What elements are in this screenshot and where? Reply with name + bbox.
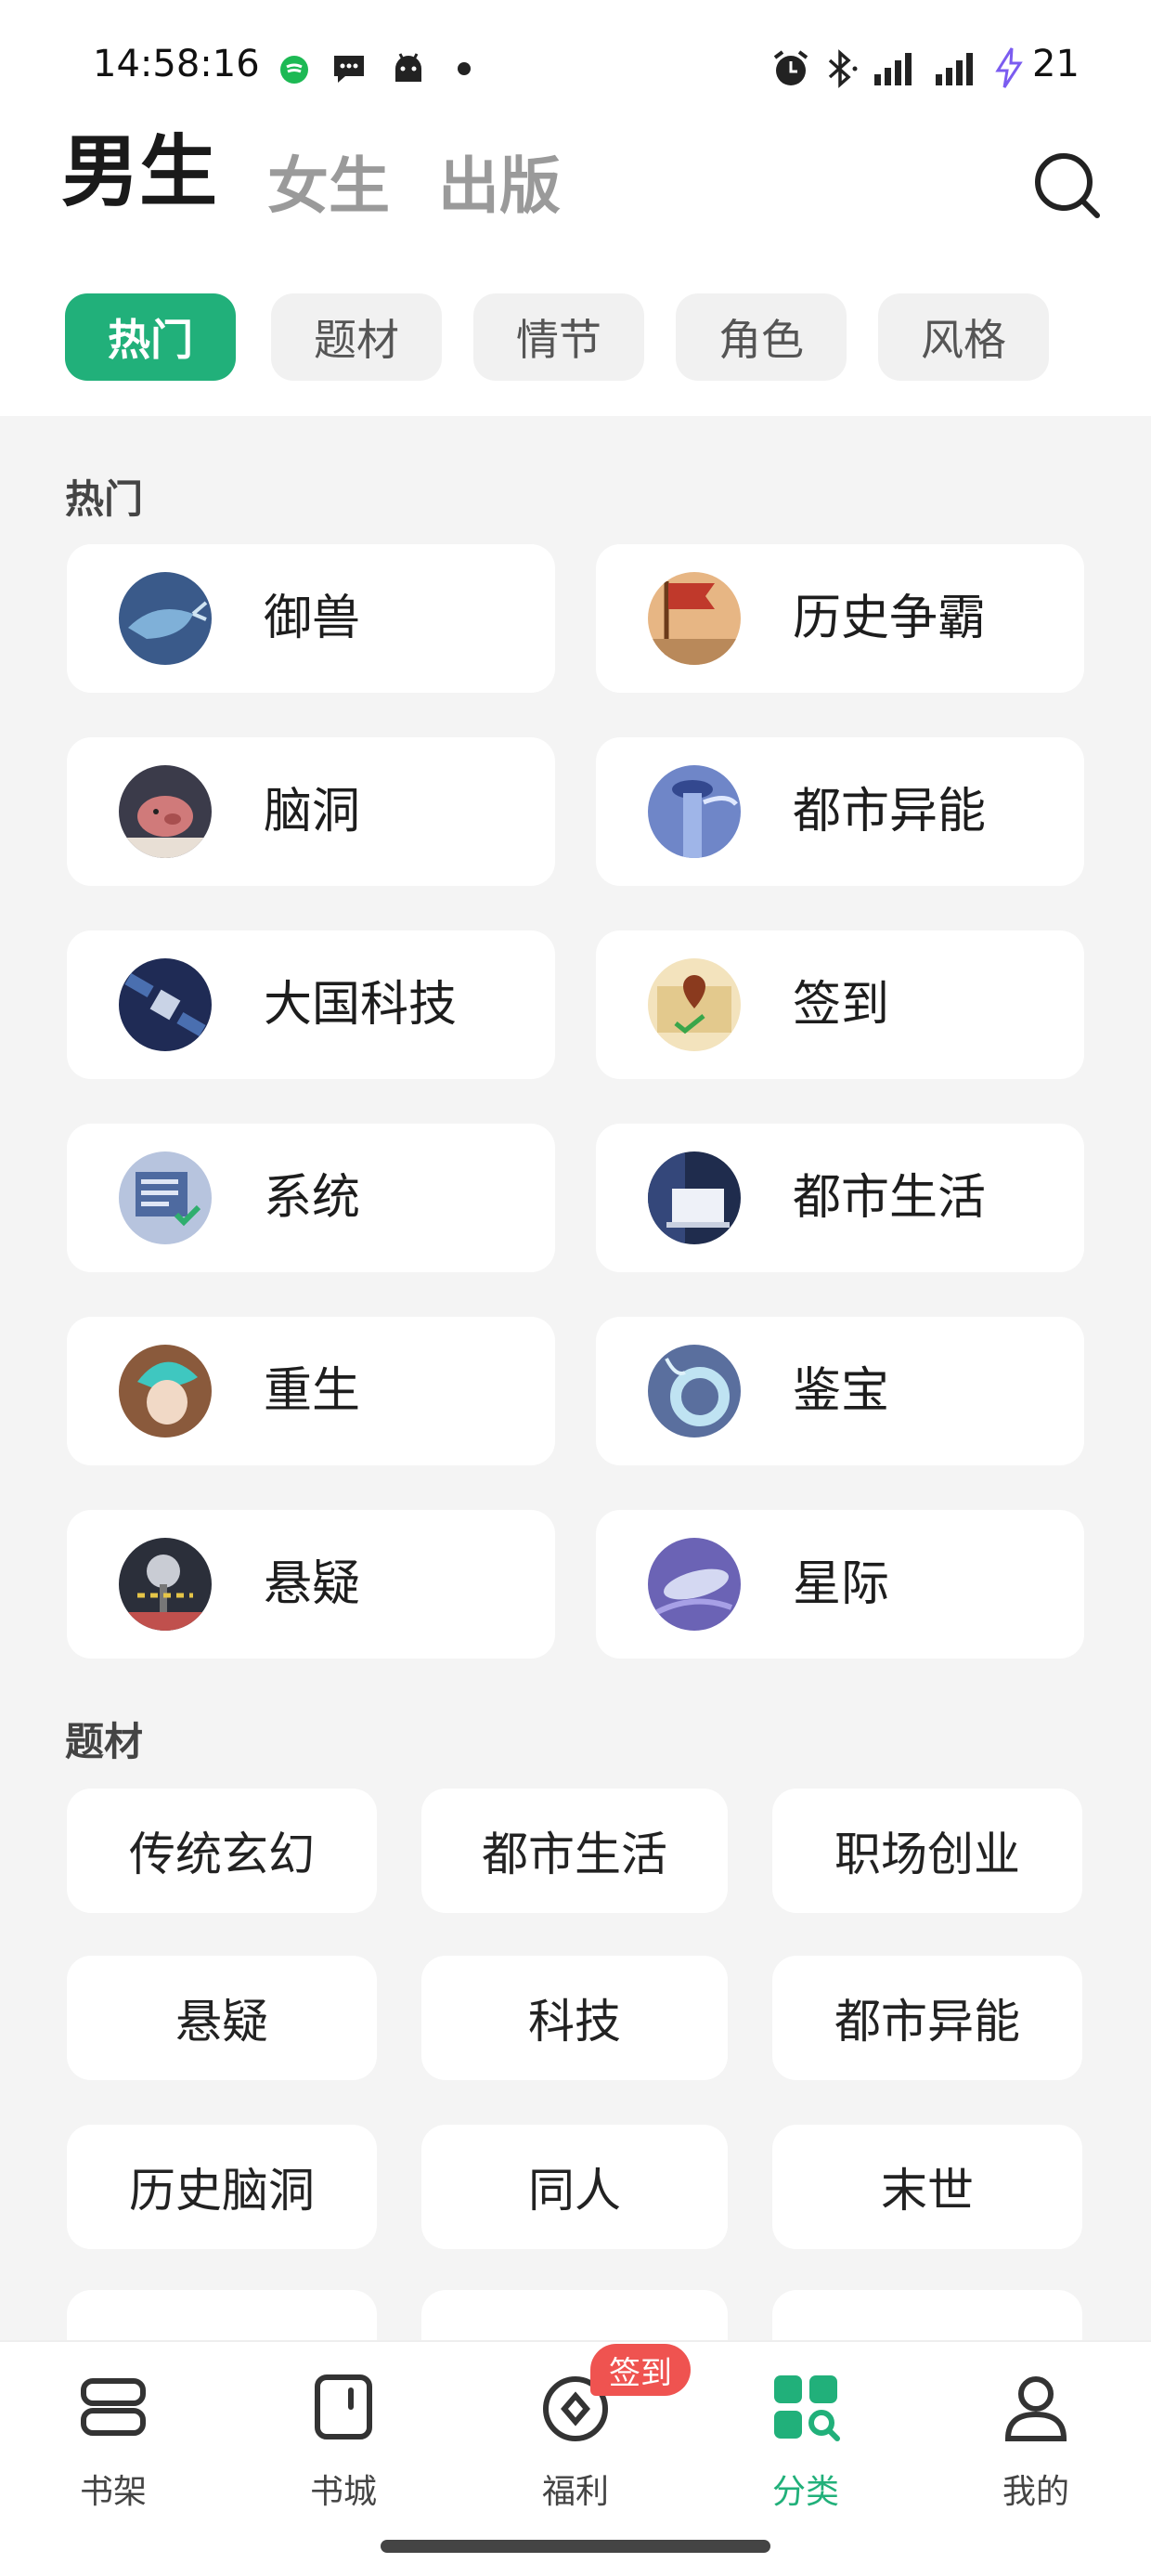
topic-pill[interactable]: 悬疑 <box>67 1956 377 2080</box>
topic-pill-partial[interactable] <box>772 2290 1082 2346</box>
alarm-icon <box>773 50 808 85</box>
topic-pill[interactable]: 职场创业 <box>772 1789 1082 1913</box>
section-title-hot: 热门 <box>65 476 144 522</box>
hot-card-label: 系统 <box>264 1170 361 1226</box>
figure-icon <box>119 1345 212 1438</box>
tower-icon <box>648 765 741 858</box>
status-time: 14:58:16 <box>93 43 260 85</box>
charging-icon <box>995 47 1023 88</box>
hot-card-label: 脑洞 <box>264 784 361 839</box>
hot-card-label: 御兽 <box>264 591 361 646</box>
signal-icon-1 <box>874 53 912 85</box>
pig-icon <box>119 765 212 858</box>
jade-ring-icon <box>648 1345 741 1438</box>
nav-bookshelf[interactable]: 书架 <box>39 2370 188 2513</box>
hot-card-label: 都市生活 <box>793 1170 987 1226</box>
hot-card-label: 鉴宝 <box>793 1363 890 1419</box>
hot-card-label: 悬疑 <box>264 1556 361 1612</box>
tab-female[interactable]: 女生 <box>267 145 390 228</box>
status-bar: 14:58:16 21 <box>0 37 1151 102</box>
hot-card-xitong[interactable]: 系统 <box>67 1124 555 1272</box>
message-icon <box>334 56 364 83</box>
topic-pill[interactable]: 历史脑洞 <box>67 2125 377 2249</box>
spaceship-icon <box>648 1538 741 1631</box>
chat-app-icon <box>280 56 308 84</box>
tab-male[interactable]: 男生 <box>61 130 217 214</box>
search-icon[interactable] <box>1032 150 1101 219</box>
hot-card-label: 大国科技 <box>264 977 458 1033</box>
screen-check-icon <box>119 1151 212 1244</box>
topic-pill[interactable]: 都市异能 <box>772 1956 1082 2080</box>
chip-topic[interactable]: 题材 <box>271 293 442 381</box>
nav-label: 福利 <box>541 2473 609 2511</box>
bookstore-icon <box>315 2374 372 2439</box>
section-title-topics: 题材 <box>65 1719 144 1764</box>
hot-card-xuanyi[interactable]: 悬疑 <box>67 1510 555 1659</box>
topic-pill[interactable]: 科技 <box>421 1956 728 2080</box>
hot-card-naodong[interactable]: 脑洞 <box>67 737 555 886</box>
home-indicator[interactable] <box>381 2540 770 2553</box>
android-icon <box>395 53 421 82</box>
signal-icon-2 <box>936 53 973 85</box>
hot-card-daguo-keji[interactable]: 大国科技 <box>67 930 555 1079</box>
hot-card-label: 都市异能 <box>793 784 987 839</box>
satellite-icon <box>119 958 212 1051</box>
hot-card-dushi-shenghuo[interactable]: 都市生活 <box>596 1124 1084 1272</box>
topic-pill[interactable]: 同人 <box>421 2125 728 2249</box>
map-pin-icon <box>648 958 741 1051</box>
bluetooth-icon <box>828 49 858 88</box>
bookshelf-icon <box>81 2378 146 2436</box>
hot-card-lishi[interactable]: 历史争霸 <box>596 544 1084 693</box>
chip-hot[interactable]: 热门 <box>65 293 236 381</box>
nav-bookstore[interactable]: 书城 <box>269 2370 418 2513</box>
hot-card-jianbao[interactable]: 鉴宝 <box>596 1317 1084 1465</box>
hot-card-dushi-yineng[interactable]: 都市异能 <box>596 737 1084 886</box>
topic-pill[interactable]: 传统玄幻 <box>67 1789 377 1913</box>
hot-card-xingji[interactable]: 星际 <box>596 1510 1084 1659</box>
war-flag-icon <box>648 572 741 665</box>
tab-publish[interactable]: 出版 <box>438 145 561 228</box>
nav-profile[interactable]: 我的 <box>962 2370 1110 2513</box>
lamp-icon <box>119 1538 212 1631</box>
nav-label: 书架 <box>79 2473 147 2511</box>
chip-plot[interactable]: 情节 <box>473 293 644 381</box>
hot-card-chongsheng[interactable]: 重生 <box>67 1317 555 1465</box>
nav-label: 分类 <box>771 2473 839 2511</box>
hot-card-qiandao[interactable]: 签到 <box>596 930 1084 1079</box>
battery-level: 21 <box>1032 43 1080 85</box>
hot-card-yushou[interactable]: 御兽 <box>67 544 555 693</box>
chip-style[interactable]: 风格 <box>878 293 1049 381</box>
hot-card-label: 签到 <box>793 977 890 1033</box>
topic-pill[interactable]: 末世 <box>772 2125 1082 2249</box>
laptop-icon <box>648 1151 741 1244</box>
topic-pill-partial[interactable] <box>67 2290 377 2346</box>
nav-category[interactable]: 分类 <box>731 2370 880 2513</box>
nav-label: 书城 <box>309 2473 377 2511</box>
signin-badge[interactable]: 签到 <box>590 2344 691 2396</box>
profile-icon <box>1004 2376 1067 2441</box>
chip-role[interactable]: 角色 <box>676 293 847 381</box>
hot-card-label: 重生 <box>264 1363 361 1419</box>
whale-icon <box>119 572 212 665</box>
category-icon <box>774 2375 840 2441</box>
hot-card-label: 历史争霸 <box>793 591 987 646</box>
topic-pill[interactable]: 都市生活 <box>421 1789 728 1913</box>
topic-pill-partial[interactable] <box>421 2290 728 2346</box>
hot-card-label: 星际 <box>793 1556 890 1612</box>
dot-icon <box>458 62 471 75</box>
nav-label: 我的 <box>1002 2473 1069 2511</box>
